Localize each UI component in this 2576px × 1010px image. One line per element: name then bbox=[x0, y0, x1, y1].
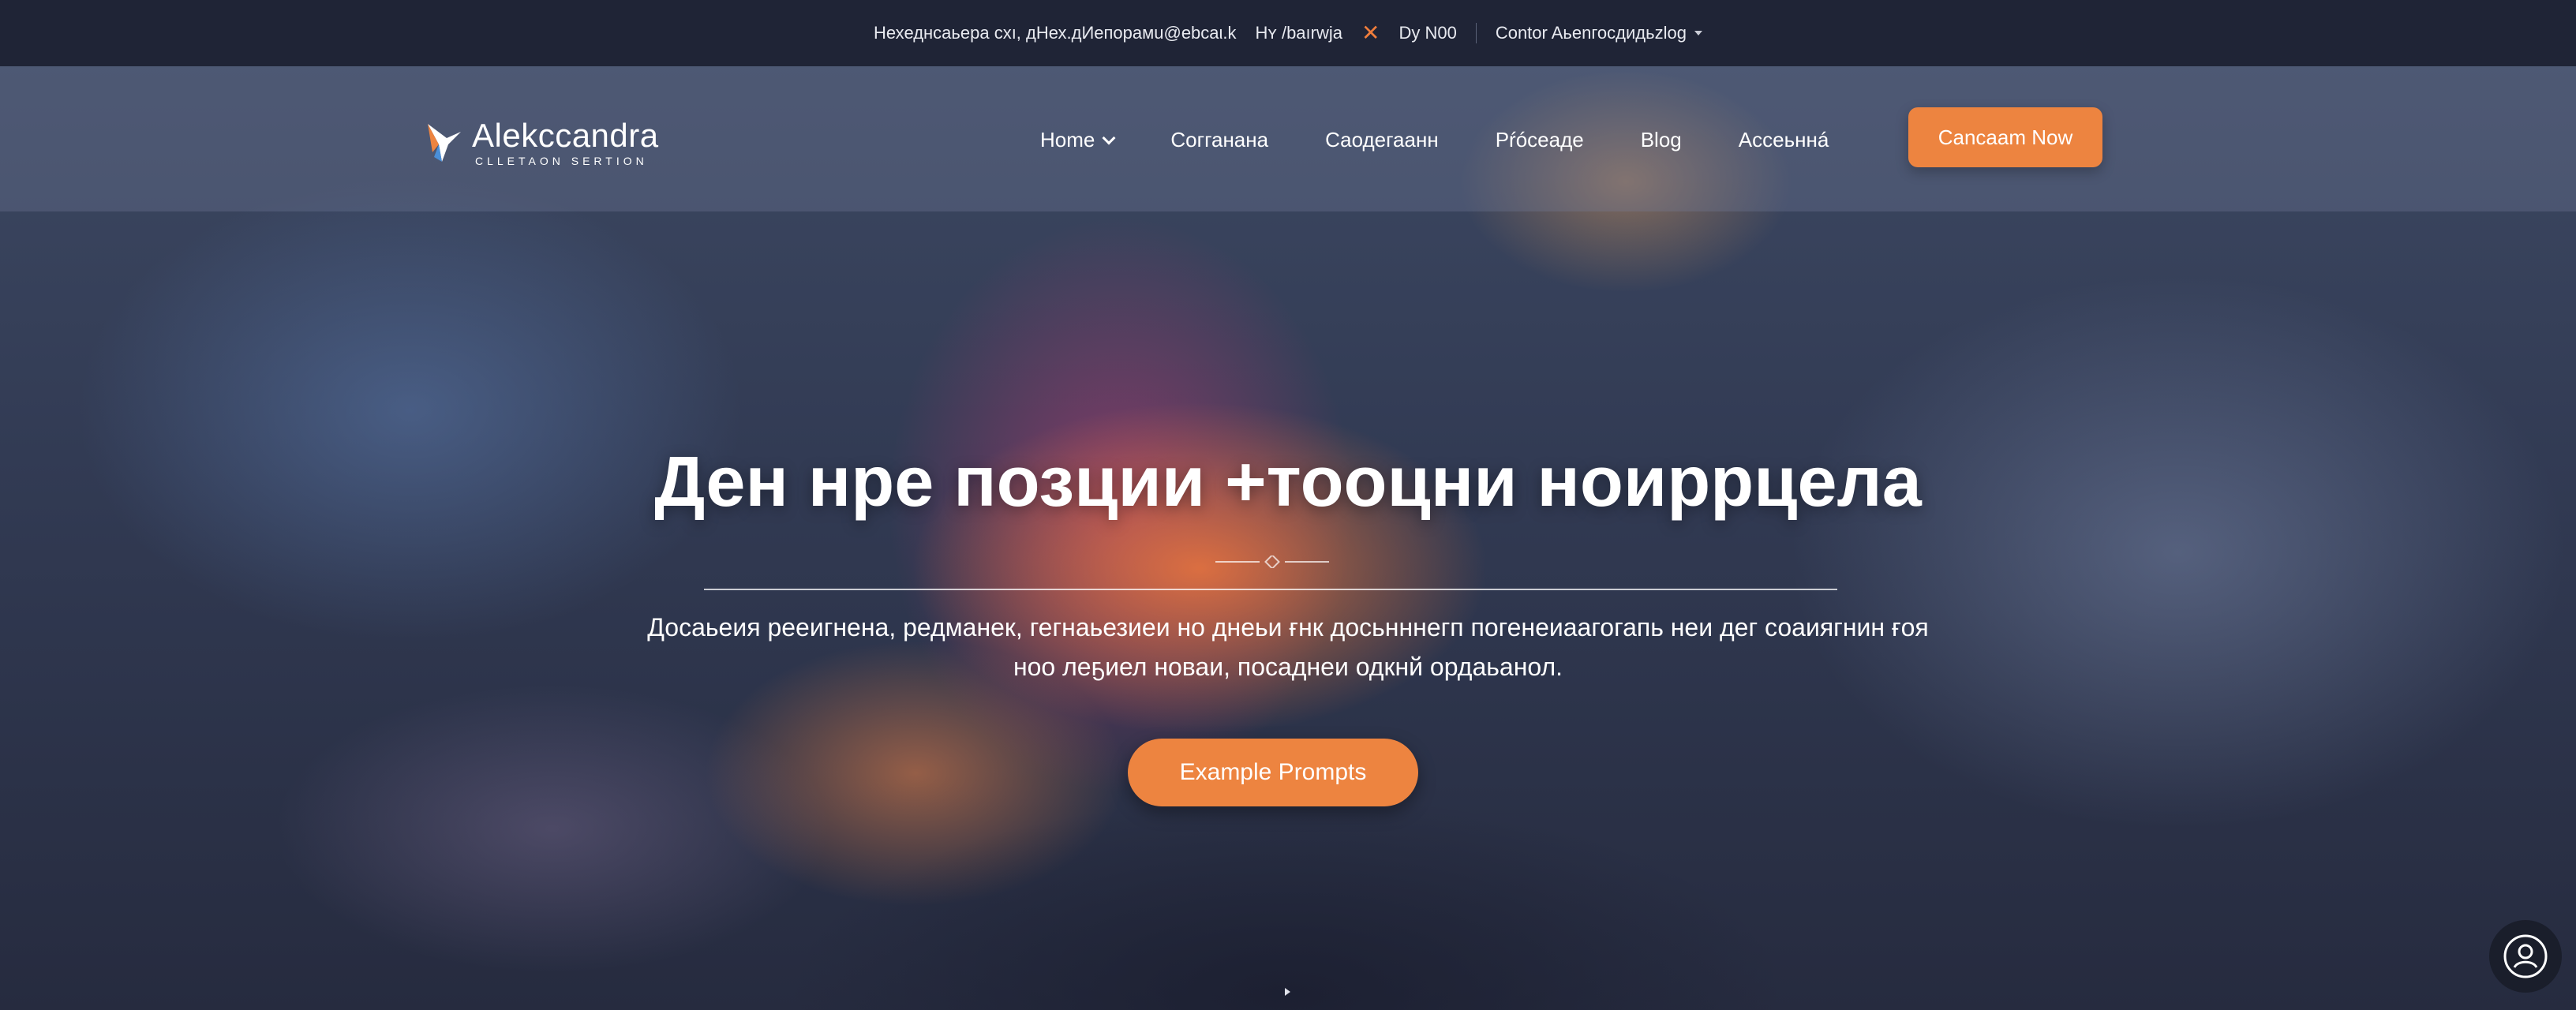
bird-logo-icon bbox=[428, 124, 461, 162]
ornament-divider-icon bbox=[1215, 556, 1329, 568]
account-button[interactable] bbox=[2489, 920, 2562, 993]
nav-item-2[interactable]: Согганана bbox=[1170, 128, 1268, 152]
nav-item-blog[interactable]: Blog bbox=[1641, 128, 1682, 152]
topbar-dropdown-label: Contor Aьеnгосдидьzlog bbox=[1495, 23, 1687, 43]
topbar-dropdown[interactable]: Contor Aьеnгосдидьzlog bbox=[1496, 23, 1702, 43]
hero-title: Ден нре позции +тооцни ноиррцела bbox=[654, 443, 1922, 522]
hero-subtitle: Досаьеия рееигнена, редманек, гегнаьезие… bbox=[647, 613, 1929, 681]
divider bbox=[1475, 23, 1477, 43]
top-utility-bar: Нехеднсаьера сxı, дНех.дИепорамu@ebcaι.k… bbox=[0, 0, 2576, 66]
nav-item-6[interactable]: Ассеьннá bbox=[1739, 128, 1829, 152]
scroll-down-icon[interactable] bbox=[1285, 988, 1290, 996]
account-icon bbox=[2503, 934, 2548, 978]
nav-item-3[interactable]: Саодегаанн bbox=[1325, 128, 1439, 152]
main-navbar: Alekccandra CLLETAON SERTION Home Согган… bbox=[0, 66, 2576, 211]
site-logo[interactable]: Alekccandra CLLETAON SERTION bbox=[425, 118, 659, 167]
nav-item-4[interactable]: Pŕóсеаде bbox=[1496, 128, 1584, 152]
logo-tagline: CLLETAON SERTION bbox=[475, 155, 648, 167]
hero-divider-line bbox=[704, 589, 1837, 590]
x-icon[interactable]: ✕ bbox=[1361, 22, 1380, 44]
nav-menu: Home Согганана Саодегаанн Pŕóсеаде Blog … bbox=[1040, 128, 1829, 152]
social-label[interactable]: Dy N00 bbox=[1398, 23, 1456, 43]
chevron-down-icon bbox=[1102, 131, 1116, 144]
logo-name: Alekccandra bbox=[472, 117, 659, 154]
nav-item-label: Home bbox=[1040, 128, 1095, 152]
contact-info[interactable]: Нехеднсаьера сxı, дНех.дИепорамu@ebcaι.k bbox=[874, 23, 1236, 43]
cta-button[interactable]: Cancaam Now bbox=[1908, 107, 2102, 167]
contact-extra: Hʏ /baırwja bbox=[1255, 23, 1342, 43]
nav-item-home[interactable]: Home bbox=[1040, 128, 1116, 152]
chevron-down-icon bbox=[1694, 31, 1702, 36]
example-prompts-button[interactable]: Example Prompts bbox=[1128, 739, 1418, 806]
